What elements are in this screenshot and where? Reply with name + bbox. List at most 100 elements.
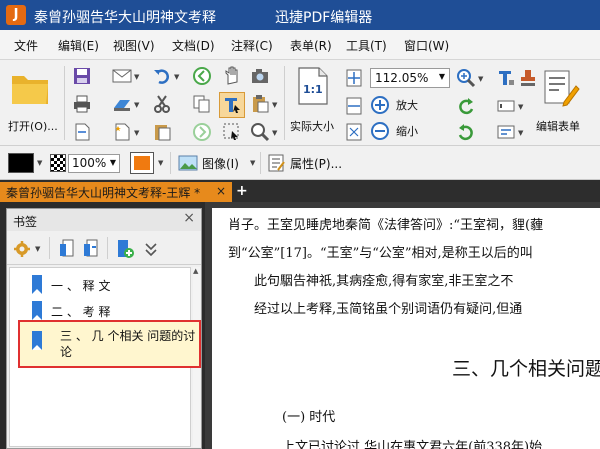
menu-file[interactable]: 文件	[14, 37, 38, 54]
add-tab-icon[interactable]: +	[236, 183, 248, 199]
toolbar-separator	[64, 66, 65, 140]
menu-bar: 文件 编辑(E) 视图(V) 文档(D) 注释(C) 表单(R) 工具(T) 窗…	[0, 30, 600, 60]
zoom-tool-icon[interactable]	[250, 122, 270, 142]
panel-close-icon[interactable]: ×	[183, 210, 195, 226]
properties-icon	[268, 154, 285, 172]
zoom-plus-dropdown-icon[interactable]: ▼	[478, 75, 483, 83]
document-text-line-3: 此句駰告神祇,其病痊愈,得有家室,非王室之不	[254, 274, 514, 289]
more-options-icon[interactable]	[141, 239, 161, 259]
star-document-icon[interactable]	[112, 122, 132, 142]
menu-comment[interactable]: 注释(C)	[231, 37, 273, 54]
bookmarks-panel: 书签 × ▼ ▲ 一 、 释 文 二 、 考 释 三 、 几 个相关 问题的讨论	[6, 208, 202, 449]
document-viewport[interactable]: 肖子。王室见睡虎地秦简《法律答问》:“王室祠，貍(薶 到“公室”[17]。“王室…	[205, 202, 600, 449]
bookmark-item-2[interactable]: 二 、 考 释	[51, 303, 110, 320]
tab-close-icon[interactable]: ×	[216, 184, 226, 198]
collapse-bookmark-icon[interactable]	[81, 239, 101, 259]
document-tab[interactable]: 秦曾孙骃告华大山明神文考释-王辉 * ×	[0, 182, 232, 202]
copy-icon[interactable]	[192, 94, 212, 114]
bookmark-item-1[interactable]: 一 、 释 文	[51, 277, 110, 294]
form-field-icon[interactable]	[496, 122, 516, 142]
bookmarks-panel-header: 书签 ×	[7, 209, 201, 231]
undo-icon[interactable]	[152, 66, 172, 86]
rotate-right-icon[interactable]	[456, 122, 476, 142]
paste-icon[interactable]	[152, 122, 172, 142]
email-dropdown-icon[interactable]: ▼	[134, 73, 139, 81]
properties-button[interactable]: 属性(P)...	[266, 152, 356, 174]
edit-form-button[interactable]: 编辑表单	[532, 66, 592, 142]
new-dropdown-icon[interactable]: ▼	[134, 129, 139, 137]
toolbar-separator	[260, 152, 261, 174]
scroll-up-icon[interactable]: ▲	[193, 267, 198, 275]
bookmarks-toolbar: ▼	[7, 231, 201, 265]
image-label: 图像(I)	[202, 157, 239, 171]
fill-color-swatch[interactable]	[8, 153, 34, 173]
snapshot-icon[interactable]	[250, 66, 270, 86]
scan-icon[interactable]	[112, 94, 132, 114]
form-field-dropdown-icon[interactable]: ▼	[518, 129, 523, 137]
image-button[interactable]: 图像(I)	[178, 152, 258, 174]
section-heading: 三、几个相关问题	[452, 358, 600, 380]
email-icon[interactable]	[112, 66, 132, 86]
save-icon[interactable]	[72, 66, 92, 86]
stroke-color-dropdown-icon[interactable]: ▼	[158, 159, 163, 167]
bookmark-item-3-selected[interactable]: 三 、 几 个相关 问题的讨论	[18, 320, 201, 368]
zoom-level-value: 112.05%	[375, 71, 429, 85]
edit-form-icon	[544, 70, 580, 107]
zoom-level-select[interactable]: 112.05% ▼	[370, 68, 450, 88]
select-text-button[interactable]	[219, 92, 245, 118]
toolbar-separator	[107, 237, 108, 259]
bookmark-options-dropdown-icon[interactable]: ▼	[35, 245, 40, 253]
menu-form[interactable]: 表单(R)	[290, 37, 332, 54]
actual-size-label: 实际大小	[290, 120, 334, 133]
title-bar: J 秦曾孙骃告华大山明神文考释 迅捷PDF编辑器	[0, 0, 600, 30]
zoom-out-button[interactable]: 缩小	[370, 120, 430, 142]
print-icon[interactable]	[72, 94, 92, 114]
opacity-select[interactable]: 100% ▼	[68, 154, 120, 173]
zoom-in-label: 放大	[396, 99, 418, 112]
clipboard-dropdown-icon[interactable]: ▼	[272, 101, 277, 109]
bookmark-flag-icon	[32, 331, 42, 350]
fill-color-dropdown-icon[interactable]: ▼	[37, 159, 42, 167]
zoom-plus-icon[interactable]	[456, 68, 476, 88]
expand-bookmark-icon[interactable]	[57, 239, 77, 259]
opacity-dropdown-icon: ▼	[109, 158, 116, 167]
hand-tool-icon[interactable]	[222, 66, 242, 86]
clipboard-icon[interactable]	[250, 94, 270, 114]
opacity-pattern-icon	[50, 154, 66, 172]
menu-document[interactable]: 文档(D)	[172, 37, 215, 54]
document-new-icon[interactable]	[72, 122, 92, 142]
open-button[interactable]: 打开(O)...	[6, 66, 58, 142]
pdf-page[interactable]: 肖子。王室见睡虎地秦简《法律答问》:“王室祠，貍(薶 到“公室”[17]。“王室…	[212, 208, 600, 449]
stroke-color-swatch[interactable]	[130, 152, 154, 174]
form-dropdown-icon[interactable]: ▼	[518, 103, 523, 111]
menu-edit[interactable]: 编辑(E)	[58, 37, 99, 54]
back-icon[interactable]	[192, 66, 212, 86]
fit-visible-icon[interactable]	[344, 122, 364, 142]
actual-size-button[interactable]: 1:1 实际大小	[288, 66, 344, 142]
undo-dropdown-icon[interactable]: ▼	[174, 73, 179, 81]
document-text-line-2: 到“公室”[17]。“王室”与“公室”相对,是称王以后的叫	[228, 246, 533, 261]
fit-width-icon[interactable]	[344, 96, 364, 116]
document-tab-bar: 秦曾孙骃告华大山明神文考释-王辉 * × +	[0, 180, 600, 202]
zoom-tool-dropdown-icon[interactable]: ▼	[272, 129, 277, 137]
marquee-select-icon[interactable]	[222, 122, 242, 142]
forward-icon[interactable]	[192, 122, 212, 142]
bookmarks-panel-title: 书签	[13, 215, 38, 229]
fit-page-icon[interactable]	[344, 68, 364, 88]
cut-icon[interactable]	[152, 94, 172, 114]
menu-tools[interactable]: 工具(T)	[346, 37, 387, 54]
image-dropdown-icon[interactable]: ▼	[250, 159, 255, 167]
zoom-in-button[interactable]: 放大	[370, 94, 430, 116]
text-field-icon[interactable]	[496, 96, 516, 116]
add-bookmark-icon[interactable]	[115, 239, 135, 259]
bookmark-item-3-label: 三 、 几 个相关 问题的讨论	[60, 329, 196, 359]
folder-icon	[12, 76, 48, 104]
rotate-left-icon[interactable]	[456, 96, 476, 116]
typewriter-icon[interactable]	[496, 68, 516, 88]
bookmark-options-icon[interactable]	[13, 239, 33, 259]
menu-window[interactable]: 窗口(W)	[404, 37, 449, 54]
document-text-line-5: 上文已讨论过,华山在惠文君六年(前338年)始	[282, 440, 543, 449]
menu-view[interactable]: 视图(V)	[113, 37, 155, 54]
scan-dropdown-icon[interactable]: ▼	[134, 101, 139, 109]
edit-form-label: 编辑表单	[536, 120, 580, 133]
